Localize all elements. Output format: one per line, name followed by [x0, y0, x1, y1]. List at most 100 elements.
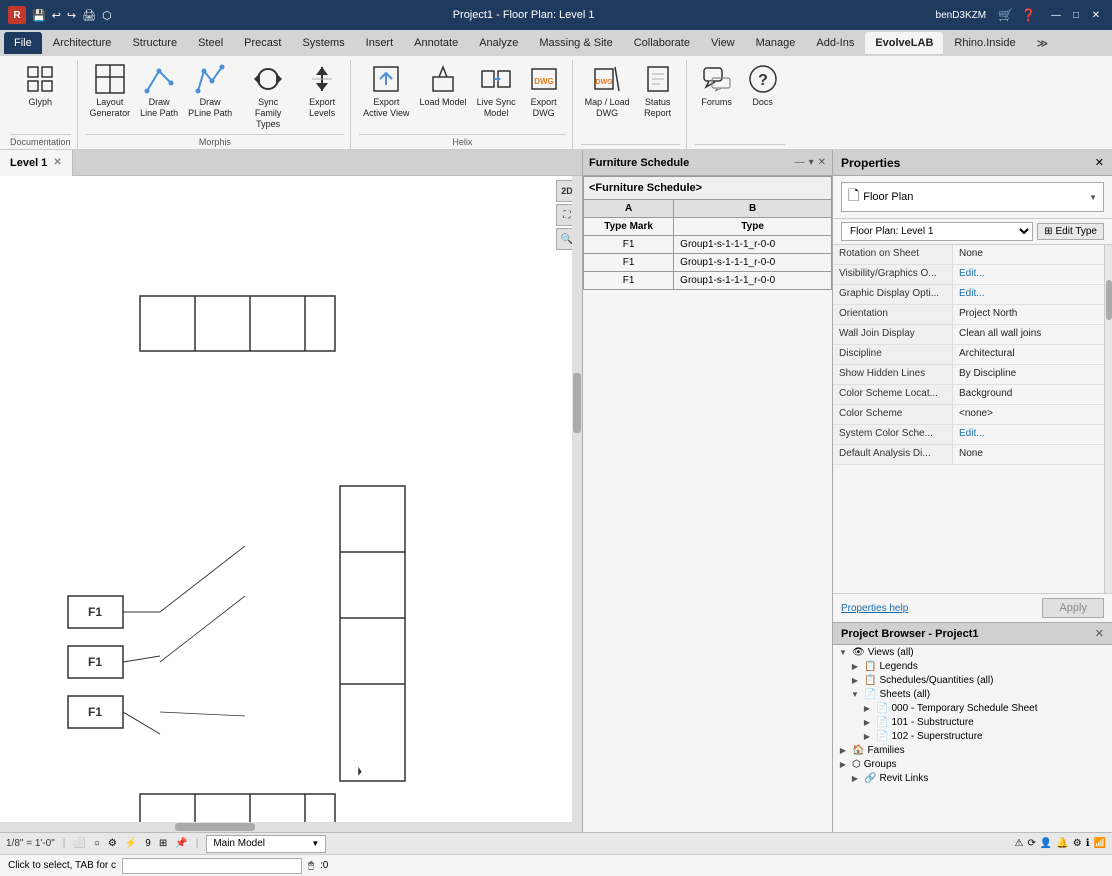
export-dwg-icon: DWG: [528, 63, 560, 95]
tab-addins[interactable]: Add-Ins: [806, 32, 864, 54]
pb-sheet-000[interactable]: ▶ 📄 000 - Temporary Schedule Sheet: [833, 701, 1112, 715]
pb-sheet-101[interactable]: ▶ 📄 101 - Substructure: [833, 715, 1112, 729]
status-gear-icon[interactable]: ⚙: [1073, 838, 1082, 849]
minimize-button[interactable]: —: [1048, 7, 1064, 23]
view-selector-dropdown[interactable]: 🗋 Floor Plan ▼: [841, 182, 1104, 212]
tab-view[interactable]: View: [701, 32, 745, 54]
status-input[interactable]: [122, 858, 302, 874]
tab-evolvelab[interactable]: EvolveLAB: [865, 32, 943, 54]
tab-structure[interactable]: Structure: [122, 32, 187, 54]
pb-revit-links[interactable]: ▶ 🔗 Revit Links: [833, 771, 1112, 785]
props-row-visibility[interactable]: Visibility/Graphics O... Edit...: [833, 265, 1112, 285]
apply-button[interactable]: Apply: [1042, 598, 1104, 618]
ribbon-item-draw-pline-path[interactable]: DrawPLine Path: [184, 60, 236, 122]
tab-steel[interactable]: Steel: [188, 32, 233, 54]
ribbon-item-load-model[interactable]: Load Model: [416, 60, 471, 111]
help-icon[interactable]: ❓: [1021, 8, 1036, 22]
status-lightning-icon: ⚡: [125, 838, 137, 849]
ribbon-item-layout-generator[interactable]: LayoutGenerator: [86, 60, 135, 122]
level-select[interactable]: Floor Plan: Level 1: [841, 222, 1033, 241]
edit-type-button[interactable]: ⊞ Edit Type: [1037, 223, 1104, 240]
sheet-101-toggle: ▶: [861, 716, 873, 728]
status-warning-icon[interactable]: ⚠: [1015, 838, 1024, 849]
props-row-graphic-display[interactable]: Graphic Display Opti... Edit...: [833, 285, 1112, 305]
ribbon-item-live-sync[interactable]: Live SyncModel: [473, 60, 520, 122]
status-sync-icon[interactable]: ⟳: [1027, 838, 1035, 849]
status-notification-icon[interactable]: 🔔: [1056, 838, 1068, 849]
tab-systems[interactable]: Systems: [292, 32, 354, 54]
pb-sheet-102[interactable]: ▶ 📄 102 - Superstructure: [833, 729, 1112, 743]
tab-precast[interactable]: Precast: [234, 32, 291, 54]
draw-line-path-label: DrawLine Path: [140, 97, 178, 119]
pb-schedules[interactable]: ▶ 📋 Schedules/Quantities (all): [833, 673, 1112, 687]
svg-text:?: ?: [758, 72, 768, 89]
canvas-area[interactable]: F1 F1 F1: [0, 176, 582, 832]
schedule-menu-icon[interactable]: ▾: [809, 157, 814, 168]
ribbon-item-export-dwg[interactable]: DWG ExportDWG: [522, 60, 566, 122]
tab-manage[interactable]: Manage: [746, 32, 806, 54]
status-cursor-icon: 🖱: [308, 860, 314, 871]
table-row[interactable]: F1 Group1-s-1-1-1_r-0-0: [584, 236, 832, 254]
canvas-scrollbar-vertical[interactable]: [572, 176, 582, 832]
props-row-color-scheme: Color Scheme <none>: [833, 405, 1112, 425]
status-bar: 1/8" = 1'-0" | ⬜ ○ ⚙ ⚡ 9 ⊞ 📌 | Main Mode…: [0, 832, 1112, 854]
tab-more[interactable]: ≫: [1027, 32, 1059, 54]
ribbon-item-glyph[interactable]: Glyph: [18, 60, 62, 111]
props-row-system-color[interactable]: System Color Sche... Edit...: [833, 425, 1112, 445]
quick-access-save[interactable]: 💾: [32, 9, 46, 22]
schedule-collapse-icon[interactable]: —: [795, 157, 805, 168]
viewport-tab-level1[interactable]: Level 1 ✕: [0, 150, 73, 176]
tab-annotate[interactable]: Annotate: [404, 32, 468, 54]
props-scrollbar[interactable]: [1104, 245, 1112, 593]
pb-sheets-all[interactable]: ▼ 📄 Sheets (all): [833, 687, 1112, 701]
pb-views-all[interactable]: ▼ 👁 Views (all): [833, 645, 1112, 659]
canvas-scrollbar-horizontal[interactable]: [0, 822, 582, 832]
ribbon-item-sync-family[interactable]: SyncFamily Types: [238, 60, 298, 132]
quick-access-print[interactable]: 🖨: [82, 9, 96, 22]
ribbon-group-helix: ExportActive View Load Model Live SyncMo…: [353, 60, 572, 149]
ribbon-item-map-load-dwg[interactable]: DWG Map / LoadDWG: [581, 60, 634, 122]
pb-close-icon[interactable]: ✕: [1095, 627, 1104, 640]
quick-access-undo[interactable]: ↩: [52, 9, 61, 22]
pb-families[interactable]: ▶ 🏠 Families: [833, 743, 1112, 757]
ribbon-item-export-active-view[interactable]: ExportActive View: [359, 60, 413, 122]
row2-type: Group1-s-1-1-1_r-0-0: [674, 254, 832, 272]
ribbon-item-status-report[interactable]: StatusReport: [636, 60, 680, 122]
tab-insert[interactable]: Insert: [356, 32, 404, 54]
status-pin-icon: 📌: [175, 838, 187, 849]
close-button[interactable]: ✕: [1088, 7, 1104, 23]
tab-collaborate[interactable]: Collaborate: [624, 32, 700, 54]
pb-groups[interactable]: ▶ ⬡ Groups: [833, 757, 1112, 771]
quick-access-3d[interactable]: ⬡: [102, 9, 112, 22]
tab-file[interactable]: File: [4, 32, 42, 54]
ribbon-item-forums[interactable]: Forums: [695, 60, 739, 111]
status-model-selector[interactable]: Main Model ▼: [206, 835, 326, 853]
tab-rhinoinside[interactable]: Rhino.Inside: [944, 32, 1025, 54]
quick-access-redo[interactable]: ↪: [67, 9, 76, 22]
schedule-main-title: <Furniture Schedule>: [584, 177, 832, 200]
schedule-col-b: B: [674, 200, 832, 218]
documentation-group-label: Documentation: [10, 134, 71, 147]
tab-massing[interactable]: Massing & Site: [529, 32, 622, 54]
tab-architecture[interactable]: Architecture: [43, 32, 122, 54]
ribbon-item-draw-line-path[interactable]: DrawLine Path: [136, 60, 182, 122]
shopping-cart-icon[interactable]: 🛒: [998, 8, 1013, 22]
table-row[interactable]: F1 Group1-s-1-1-1_r-0-0: [584, 254, 832, 272]
ribbon-item-export-levels[interactable]: ExportLevels: [300, 60, 344, 122]
status-settings-icon[interactable]: ⚙: [108, 838, 117, 849]
pb-legends[interactable]: ▶ 📋 Legends: [833, 659, 1112, 673]
viewport-tab-close[interactable]: ✕: [53, 157, 61, 168]
ribbon-item-docs[interactable]: ? Docs: [741, 60, 785, 111]
revit-links-toggle: ▶: [849, 772, 861, 784]
properties-close-icon[interactable]: ✕: [1095, 156, 1104, 169]
properties-help-link[interactable]: Properties help: [841, 603, 908, 614]
status-user-icon[interactable]: 👤: [1040, 838, 1052, 849]
glyph-icon: [24, 63, 56, 95]
main-area: Level 1 ✕ F1 F1: [0, 150, 1112, 832]
maximize-button[interactable]: □: [1068, 7, 1084, 23]
click-status-bar: Click to select, TAB for c 🖱 :0: [0, 854, 1112, 876]
schedule-close-icon[interactable]: ✕: [818, 157, 826, 168]
tab-analyze[interactable]: Analyze: [469, 32, 528, 54]
table-row[interactable]: F1 Group1-s-1-1-1_r-0-0: [584, 272, 832, 290]
props-row-color-scheme-loc: Color Scheme Locat... Background: [833, 385, 1112, 405]
